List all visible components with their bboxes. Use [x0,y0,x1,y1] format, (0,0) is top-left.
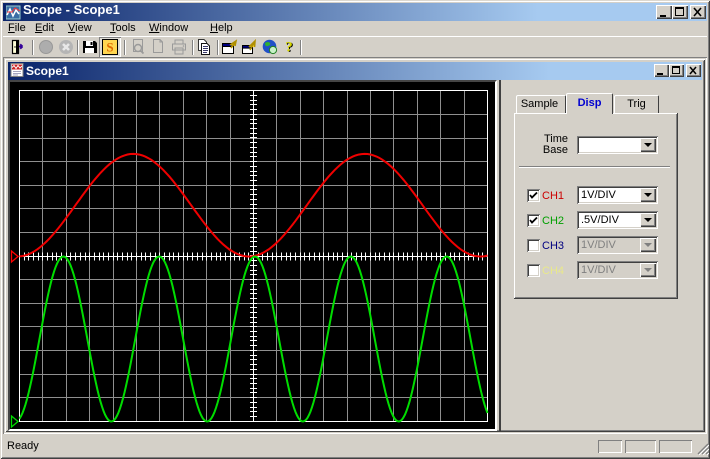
svg-text:?: ? [285,40,293,56]
svg-text:S: S [106,40,113,55]
